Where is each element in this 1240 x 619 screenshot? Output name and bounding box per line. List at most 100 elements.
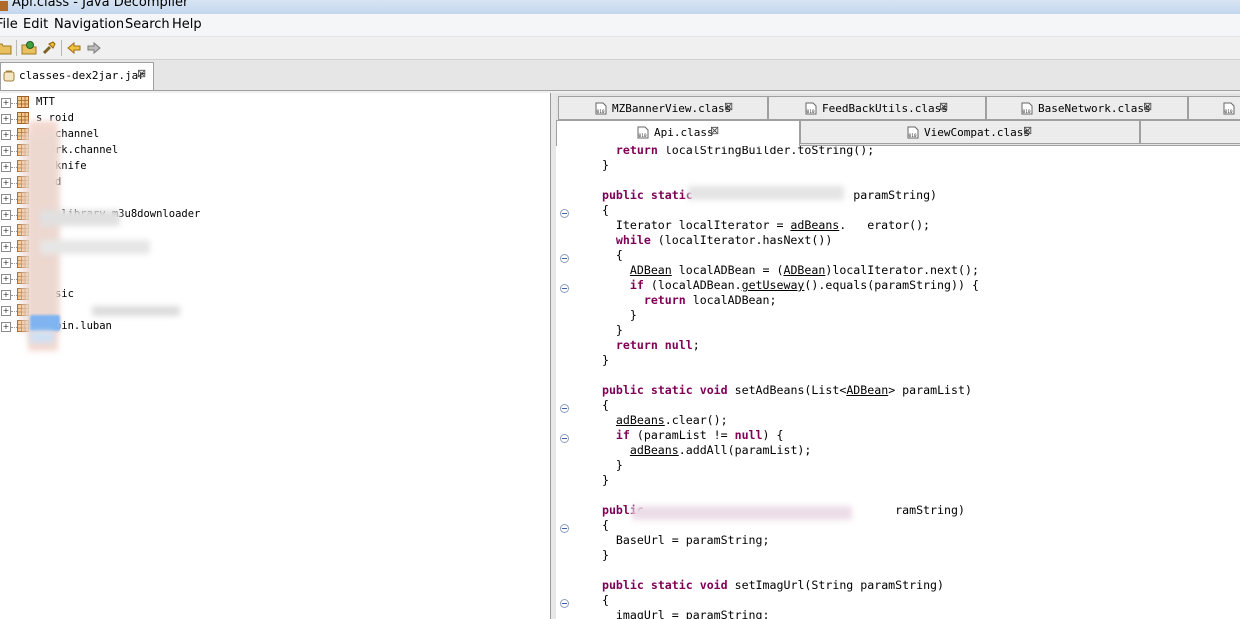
code-line: {: [588, 518, 609, 532]
tree-package-item[interactable]: + s roid: [0, 111, 540, 127]
expand-icon[interactable]: +: [1, 290, 11, 300]
menu-file[interactable]: File: [0, 17, 18, 32]
tree-package-item[interactable]: + missic: [0, 287, 540, 303]
tree-item-label: MTT: [36, 96, 55, 108]
expand-icon[interactable]: +: [1, 114, 11, 124]
tree-package-item[interactable]: + .zibin.luban: [0, 319, 540, 335]
tab-basenetwork[interactable]: 010 BaseNetwork.class ⊠: [986, 96, 1188, 120]
expand-icon[interactable]: +: [1, 226, 11, 236]
close-icon[interactable]: ⊠: [137, 67, 146, 80]
fold-toggle-icon[interactable]: [560, 599, 569, 608]
open-file-icon[interactable]: [0, 40, 12, 56]
tab-overflow[interactable]: 010: [1188, 96, 1240, 120]
code-line: {: [588, 203, 609, 217]
close-icon[interactable]: ⊠: [1023, 124, 1032, 137]
tab-api[interactable]: 010 Api.class ⊠: [556, 120, 800, 146]
code-line: imagUrl = paramString;: [588, 608, 770, 619]
code-line: return null;: [615, 338, 700, 352]
expand-icon[interactable]: +: [1, 242, 11, 252]
tab-label: Api.class: [654, 126, 714, 139]
toolbar-separator: [16, 40, 17, 56]
back-arrow-icon[interactable]: [66, 40, 82, 56]
svg-text:010: 010: [639, 133, 647, 139]
package-tree: + MTT + s roid + s .channel + twork.channel + t…: [0, 93, 551, 619]
expand-icon[interactable]: +: [1, 146, 11, 156]
tree-package-item[interactable]: +: [0, 271, 540, 287]
file-tab-strip: classes-dex2jar.jar ⊠: [0, 60, 1240, 91]
expand-icon[interactable]: +: [1, 98, 11, 108]
tree-package-item[interactable]: + jzvd: [0, 175, 540, 191]
svg-text:010: 010: [807, 109, 815, 115]
code-line: }: [588, 158, 609, 172]
close-icon[interactable]: ⊠: [1143, 100, 1152, 113]
code-view[interactable]: return localStringBuilder.toString(); } …: [556, 146, 1240, 619]
redaction-blur: [92, 306, 180, 316]
code-line: }: [588, 473, 609, 487]
menu-search[interactable]: Search: [125, 17, 170, 32]
tab-viewcompat[interactable]: 010 ViewCompat.class ⊠: [800, 120, 1140, 144]
redaction-blur: [688, 186, 844, 200]
expand-icon[interactable]: +: [1, 130, 11, 140]
tree-package-item[interactable]: +: [0, 255, 540, 271]
svg-text:010: 010: [909, 133, 917, 139]
file-tab-label: classes-dex2jar.jar: [19, 69, 145, 82]
title-bar: Api.class - Java Decompiler: [0, 0, 1240, 14]
tab-overflow[interactable]: [1140, 120, 1240, 144]
tree-package-item[interactable]: + terknife: [0, 159, 540, 175]
expand-icon[interactable]: +: [1, 178, 11, 188]
menu-edit[interactable]: Edit: [23, 17, 48, 32]
forward-arrow-icon[interactable]: [86, 40, 102, 56]
close-icon[interactable]: ⊠: [724, 100, 733, 113]
expand-icon[interactable]: +: [1, 322, 11, 332]
redaction-blur: [632, 506, 852, 520]
menu-navigation[interactable]: Navigation: [54, 17, 124, 32]
fold-toggle-icon[interactable]: [560, 524, 569, 533]
redaction-blur: [30, 331, 54, 343]
fold-toggle-icon[interactable]: [560, 284, 569, 293]
close-icon[interactable]: ⊠: [939, 100, 948, 113]
tree-package-item[interactable]: + MTT: [0, 95, 540, 111]
code-line: if (paramList != null) {: [615, 428, 784, 442]
open-type-icon[interactable]: [21, 40, 37, 56]
class-file-icon: 010: [805, 102, 817, 115]
code-line: return localADBean;: [643, 293, 777, 307]
fold-gutter: [556, 146, 576, 619]
expand-icon[interactable]: +: [1, 194, 11, 204]
expand-icon[interactable]: +: [1, 258, 11, 268]
redaction-blur: [40, 240, 150, 254]
fold-toggle-icon[interactable]: [560, 404, 569, 413]
tab-mzbannerview[interactable]: 010 MZBannerView.class ⊠: [558, 96, 768, 120]
expand-icon[interactable]: +: [1, 306, 11, 316]
app-icon: [0, 1, 8, 11]
tab-label: FeedBackUtils.class: [822, 102, 948, 115]
window-title: Api.class - Java Decompiler: [12, 0, 189, 10]
code-line: public static void setAdBeans(List<ADBea…: [601, 383, 972, 397]
fold-toggle-icon[interactable]: [560, 209, 569, 218]
expand-icon[interactable]: +: [1, 162, 11, 172]
tree-package-item[interactable]: + s .channel: [0, 127, 540, 143]
menu-help[interactable]: Help: [172, 17, 202, 32]
code-line: }: [588, 353, 609, 367]
jar-icon: [3, 70, 15, 82]
tab-feedbackutils[interactable]: 010 FeedBackUtils.class ⊠: [768, 96, 986, 120]
tree-package-item[interactable]: + m: [0, 191, 540, 207]
code-line: {: [588, 593, 609, 607]
expand-icon[interactable]: +: [1, 274, 11, 284]
tree-package-item[interactable]: +: [0, 303, 540, 319]
code-line: if (localADBean.getUseway().equals(param…: [629, 278, 979, 292]
file-tab-classes-dex2jar[interactable]: classes-dex2jar.jar ⊠: [0, 62, 154, 90]
redaction-blur: [40, 210, 120, 226]
tree-package-item[interactable]: + twork.channel: [0, 143, 540, 159]
expand-icon[interactable]: +: [1, 210, 11, 220]
tab-label: BaseNetwork.class: [1038, 102, 1151, 115]
toolbar: [0, 37, 1240, 60]
fold-toggle-icon[interactable]: [560, 254, 569, 263]
class-file-icon: 010: [1223, 102, 1235, 115]
code-line: ADBean localADBean = (ADBean)localIterat…: [629, 263, 979, 277]
close-icon[interactable]: ⊠: [710, 124, 719, 137]
search-flashlight-icon[interactable]: [41, 40, 57, 56]
code-line: Iterator localIterator = adBeans. erator…: [588, 218, 931, 232]
fold-toggle-icon[interactable]: [560, 434, 569, 443]
code-line: }: [588, 323, 623, 337]
selected-row-highlight: [30, 315, 60, 331]
